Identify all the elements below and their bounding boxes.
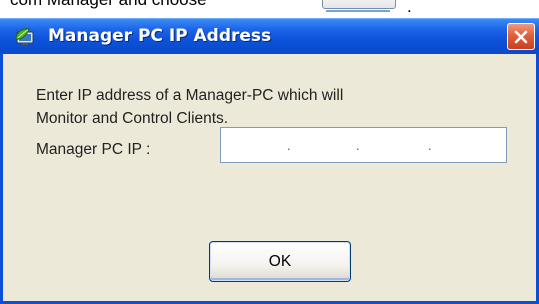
app-icon: [14, 27, 36, 47]
ip-label: Manager PC IP :: [36, 141, 151, 158]
ip-address-input[interactable]: . . .: [220, 127, 507, 163]
background-trailing-text: .: [407, 0, 412, 16]
dialog-title: Manager PC IP Address: [48, 26, 272, 46]
ip-octet-separator: .: [428, 138, 432, 153]
background-document: com Manager and choose .: [0, 0, 539, 20]
prompt-text: Enter IP address of a Manager-PC which w…: [36, 84, 496, 130]
prompt-line-1: Enter IP address of a Manager-PC which w…: [36, 87, 344, 104]
background-button-fragment: [322, 0, 396, 9]
ok-button[interactable]: OK: [209, 241, 351, 282]
background-button-shadow: [326, 10, 390, 12]
title-bar[interactable]: Manager PC IP Address: [0, 18, 539, 54]
dialog-body: Enter IP address of a Manager-PC which w…: [3, 54, 536, 301]
ip-octet-separator: .: [287, 138, 291, 153]
dialog-window: Manager PC IP Address Enter IP address o…: [0, 18, 539, 304]
close-button[interactable]: [507, 23, 535, 50]
ip-octet-separator: .: [356, 138, 360, 153]
background-text: com Manager and choose: [10, 0, 207, 10]
close-icon: [514, 30, 528, 44]
